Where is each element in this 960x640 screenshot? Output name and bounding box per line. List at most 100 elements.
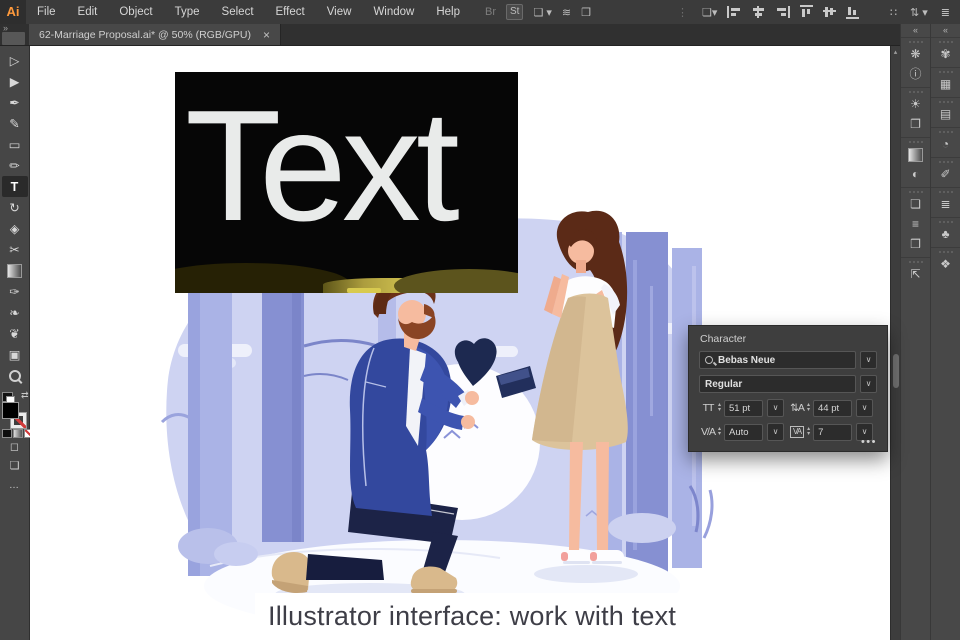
- drag-handle[interactable]: [938, 191, 953, 193]
- align-top-icon[interactable]: [800, 5, 814, 19]
- kerning-dropdown-icon[interactable]: ∨: [767, 423, 785, 441]
- kerning-value[interactable]: Auto: [724, 423, 764, 441]
- swap-fill-stroke-icon[interactable]: ⇄: [21, 390, 29, 401]
- transparency-panel-icon[interactable]: ◐: [901, 164, 930, 184]
- drag-handle[interactable]: [908, 91, 923, 93]
- menu-select[interactable]: Select: [211, 0, 265, 24]
- menu-file[interactable]: File: [26, 0, 67, 24]
- document-setup-icon[interactable]: ❏▾: [702, 6, 717, 19]
- menu-edit[interactable]: Edit: [67, 0, 109, 24]
- align-panel-icon[interactable]: ≡: [901, 214, 930, 234]
- vertical-scrollbar[interactable]: ▴: [890, 46, 900, 640]
- snap-grid-icon[interactable]: ∷: [890, 6, 897, 19]
- color-guide-panel-icon[interactable]: ▦: [931, 74, 960, 94]
- paintbrush-tool[interactable]: ✏: [2, 155, 28, 176]
- font-family-dropdown-icon[interactable]: ∨: [860, 351, 877, 369]
- zoom-tool[interactable]: [2, 365, 28, 386]
- color-mode-icon[interactable]: [1, 429, 12, 438]
- drag-handle[interactable]: [938, 161, 953, 163]
- scrollbar-thumb[interactable]: [893, 354, 899, 388]
- bridge-icon[interactable]: Br: [485, 6, 496, 18]
- export-panel-icon[interactable]: ⇱: [901, 264, 930, 284]
- tracking-value[interactable]: 7: [813, 423, 853, 441]
- font-size-dropdown-icon[interactable]: ∨: [767, 399, 785, 417]
- toolbar-header[interactable]: »: [0, 23, 29, 45]
- menu-window[interactable]: Window: [362, 0, 425, 24]
- align-center-icon[interactable]: [752, 6, 766, 18]
- menu-object[interactable]: Object: [108, 0, 163, 24]
- leading-dropdown-icon[interactable]: ∨: [856, 399, 874, 417]
- edit-toolbar-icon[interactable]: …: [9, 480, 20, 491]
- adobe-stock-icon[interactable]: St: [506, 4, 524, 20]
- arrange-documents-icon[interactable]: ⇅ ▾: [910, 6, 928, 19]
- brushes-panel-icon[interactable]: ✐: [931, 164, 960, 184]
- fill-color-swatch[interactable]: [1, 402, 19, 419]
- type-tool[interactable]: T: [1, 176, 28, 197]
- align-left-icon[interactable]: [727, 6, 742, 18]
- layers-panel-icon[interactable]: ❖: [931, 254, 960, 274]
- kerning-stepper[interactable]: ▴ ▾: [718, 426, 721, 437]
- font-style-field[interactable]: Regular: [699, 375, 856, 393]
- drag-handle[interactable]: [908, 41, 923, 43]
- drag-handle[interactable]: [938, 131, 953, 133]
- align-middle-icon[interactable]: [823, 6, 837, 18]
- align-bottom-icon[interactable]: [846, 5, 860, 19]
- document-tab[interactable]: 62-Marriage Proposal.ai* @ 50% (RGB/GPU)…: [29, 24, 281, 45]
- draw-mode-icon[interactable]: ◻: [10, 438, 19, 457]
- selection-tool[interactable]: ▷: [2, 50, 28, 71]
- collapse-dock-icon[interactable]: «: [931, 24, 960, 37]
- collapse-dock-icon[interactable]: «: [901, 24, 930, 37]
- graphic-styles-panel-icon[interactable]: ❐: [901, 114, 930, 134]
- info-panel-icon[interactable]: ⓘ: [901, 64, 930, 84]
- menu-effect[interactable]: Effect: [265, 0, 316, 24]
- rectangle-tool[interactable]: ▭: [2, 134, 28, 155]
- workspace-switcher-icon[interactable]: ❏ ▾: [533, 6, 551, 19]
- gradient-tool[interactable]: [2, 260, 28, 281]
- font-size-value[interactable]: 51 pt: [724, 399, 764, 417]
- symbol-sprayer-tool[interactable]: ❦: [2, 323, 28, 344]
- leading-stepper[interactable]: ▴ ▾: [807, 402, 810, 413]
- rotate-tool[interactable]: ↻: [2, 197, 28, 218]
- text-object[interactable]: Text: [175, 72, 518, 293]
- hand-tool[interactable]: ❧: [2, 302, 28, 323]
- close-tab-icon[interactable]: ×: [263, 29, 270, 41]
- properties-panel-icon[interactable]: ❋: [901, 44, 930, 64]
- gradient-mode-icon[interactable]: [12, 429, 23, 438]
- menu-type[interactable]: Type: [164, 0, 211, 24]
- scroll-up-icon[interactable]: ▴: [891, 48, 900, 56]
- curvature-tool[interactable]: ✎: [2, 113, 28, 134]
- pathfinder-panel-icon[interactable]: ❒: [901, 234, 930, 254]
- font-family-field[interactable]: Bebas Neue: [699, 351, 856, 369]
- panel-more-icon[interactable]: •••: [861, 436, 877, 448]
- menu-view[interactable]: View: [316, 0, 363, 24]
- color-panel-icon[interactable]: ✾: [931, 44, 960, 64]
- text-object-content[interactable]: Text: [185, 83, 460, 250]
- stroke-panel-icon[interactable]: ≣: [931, 194, 960, 214]
- drag-handle[interactable]: [938, 71, 953, 73]
- leading-value[interactable]: 44 pt: [813, 399, 853, 417]
- drag-handle[interactable]: [938, 251, 953, 253]
- artboard-tool[interactable]: ▣: [2, 344, 28, 365]
- appearance-panel-icon[interactable]: ☀: [901, 94, 930, 114]
- touch-type-icon[interactable]: ❒: [581, 6, 591, 19]
- symbols-panel-icon[interactable]: ♣: [931, 224, 960, 244]
- pen-tool[interactable]: ✒: [2, 92, 28, 113]
- gradient-library-panel-icon[interactable]: ◔: [931, 134, 960, 154]
- font-style-dropdown-icon[interactable]: ∨: [860, 375, 877, 393]
- swatches-panel-icon[interactable]: ▤: [931, 104, 960, 124]
- eraser-tool[interactable]: ◈: [2, 218, 28, 239]
- character-panel[interactable]: Character Bebas Neue ∨ Regular ∨ TT ▴ ▾ 5…: [688, 325, 888, 452]
- screen-mode-icon[interactable]: ❏: [10, 457, 20, 476]
- eyedropper-tool[interactable]: ✑: [2, 281, 28, 302]
- drag-handle[interactable]: [938, 101, 953, 103]
- drag-handle[interactable]: [938, 41, 953, 43]
- scissors-tool[interactable]: ✂: [2, 239, 28, 260]
- tracking-stepper[interactable]: ▴ ▾: [807, 426, 810, 437]
- drag-handle[interactable]: [908, 261, 923, 263]
- feather-icon[interactable]: ≋: [562, 6, 571, 19]
- document-list-icon[interactable]: ≣: [941, 6, 950, 19]
- menu-help[interactable]: Help: [425, 0, 471, 24]
- direct-selection-tool[interactable]: ▶: [2, 71, 28, 92]
- gradient-panel-icon[interactable]: [901, 144, 930, 164]
- app-logo[interactable]: Ai: [0, 0, 26, 24]
